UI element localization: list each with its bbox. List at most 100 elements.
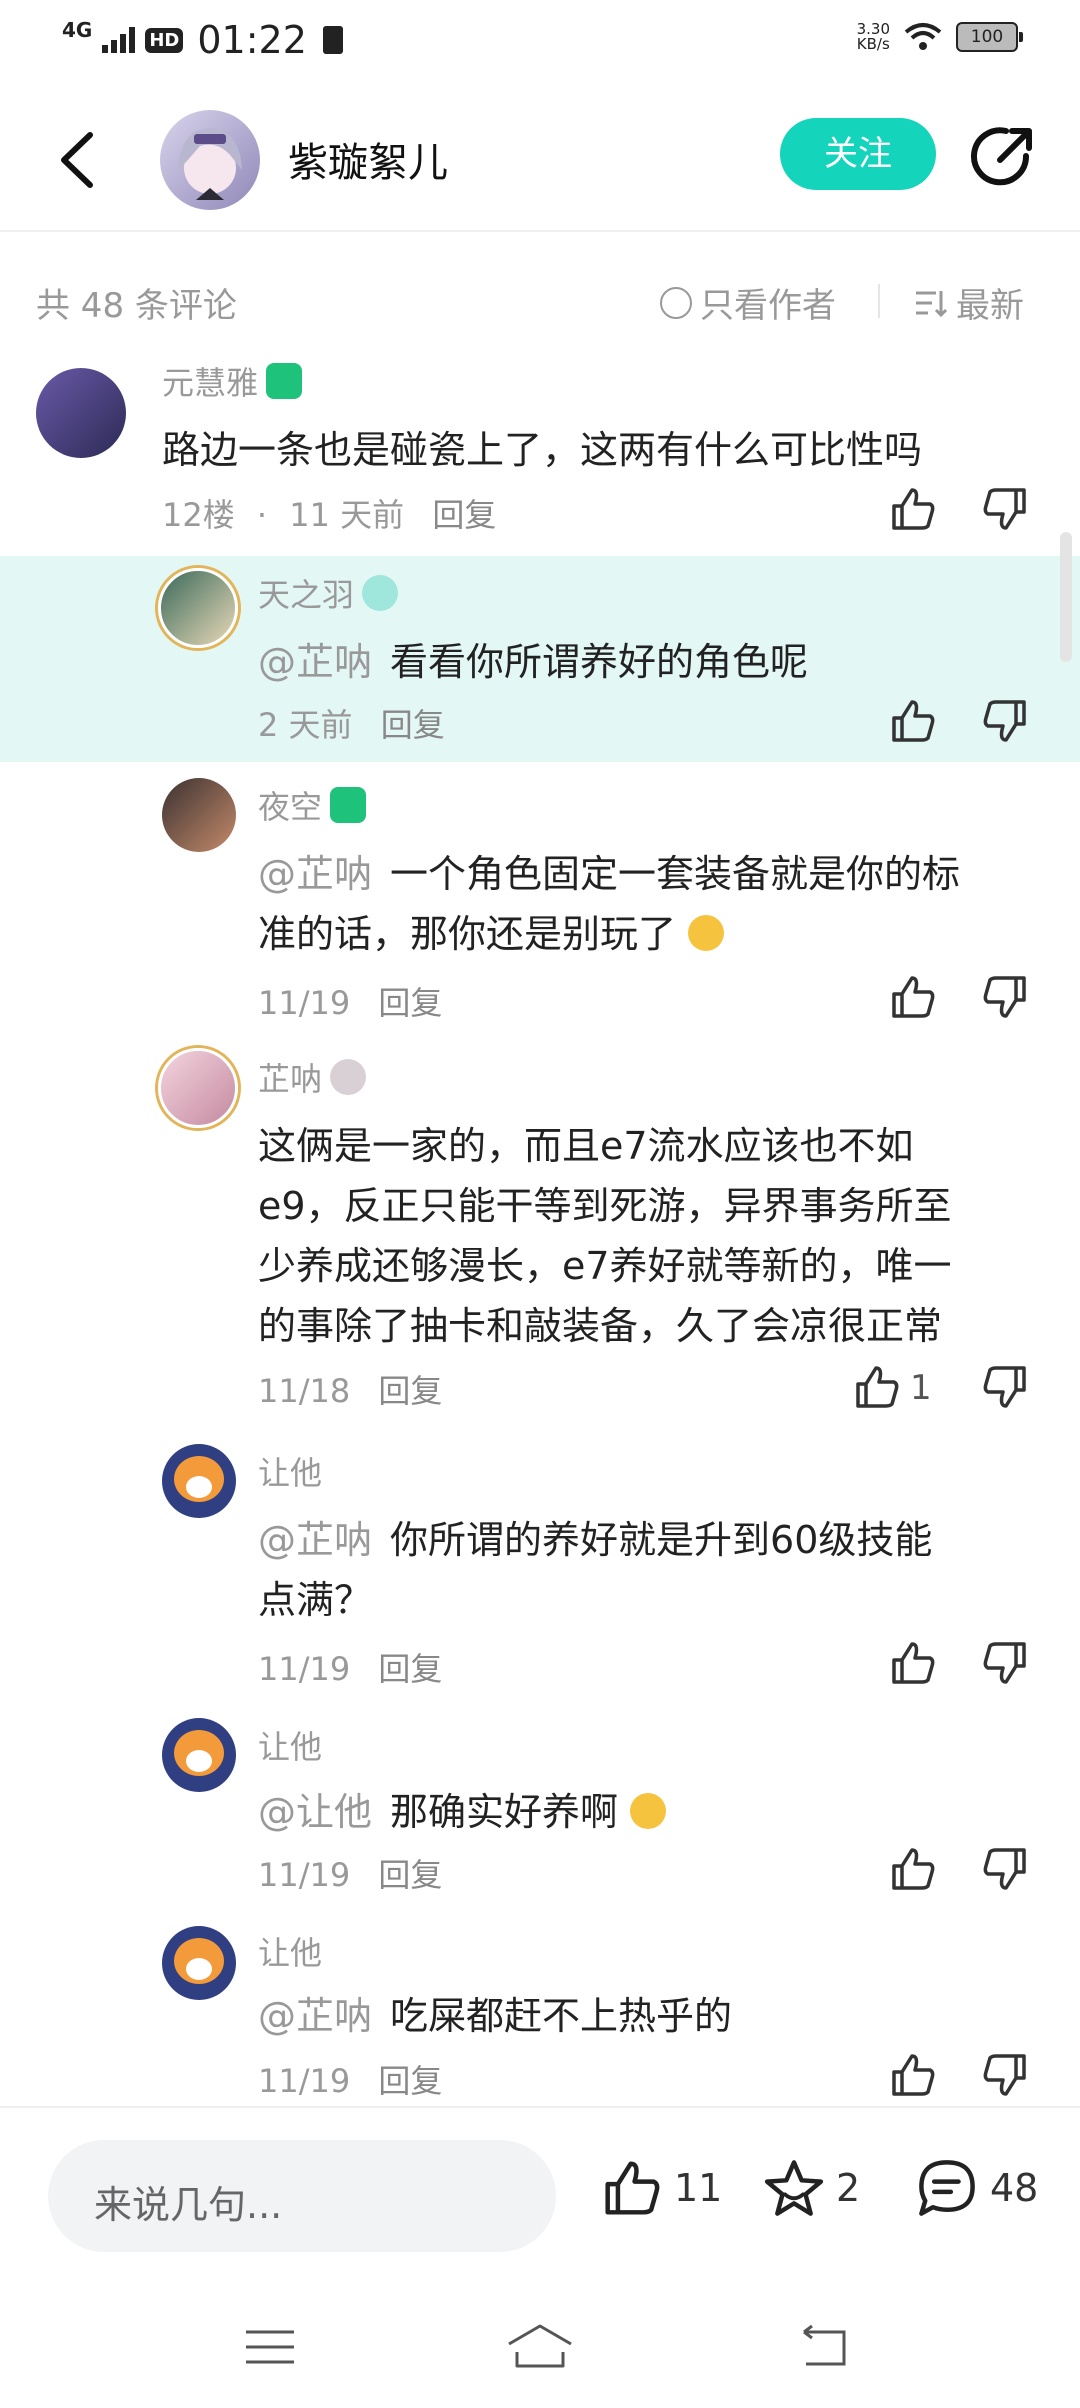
speed-unit: KB/s xyxy=(856,35,890,53)
comment-meta: 11/18 回复 xyxy=(258,1366,442,1412)
reply-button[interactable]: 回复 xyxy=(378,2062,442,2100)
sort-icon xyxy=(916,290,948,317)
thumbs-down-icon[interactable] xyxy=(980,1844,1030,1894)
comment-input[interactable]: 来说几句... xyxy=(48,2140,556,2252)
thumbs-down-icon[interactable] xyxy=(980,972,1030,1022)
user-avatar[interactable] xyxy=(162,778,236,852)
mention[interactable]: @芷呐 xyxy=(258,852,372,896)
reply-button[interactable]: 回复 xyxy=(381,706,445,744)
mention[interactable]: @芷呐 xyxy=(258,1994,372,2038)
status-bar: 4G HD 01:22 3.30 KB/s 100 xyxy=(0,0,1080,80)
sort-latest-button[interactable]: 最新 xyxy=(914,278,1024,327)
username[interactable]: 天之羽 xyxy=(258,570,399,616)
emoji-icon xyxy=(688,914,725,951)
comment-text: @让他 那确实好养啊 xyxy=(258,1782,667,1842)
trophy-badge-icon xyxy=(266,363,303,399)
network-type: 4G xyxy=(62,18,93,42)
reply-button[interactable]: 回复 xyxy=(378,1856,442,1894)
comments-toolbar: 共 48 条评论 只看作者 最新 xyxy=(0,270,1080,330)
username-text: 让他 xyxy=(258,1728,323,1766)
thumbs-up-icon[interactable] xyxy=(888,696,938,746)
comment-text: @芷呐 你所谓的养好就是升到60级技能 点满？ xyxy=(258,1510,932,1630)
comment-text: @芷呐 看看你所谓养好的角色呢 xyxy=(258,632,808,692)
username[interactable]: 元慧雅 xyxy=(162,358,303,404)
comment-text: 这俩是一家的，而且e7流水应该也不如 e9，反正只能干等到死游，异界事务所至 少… xyxy=(258,1116,952,1356)
sort-label: 最新 xyxy=(956,286,1024,326)
author-name[interactable]: 紫璇絮儿 xyxy=(288,130,448,188)
mention[interactable]: @芷呐 xyxy=(258,1518,372,1562)
user-avatar[interactable] xyxy=(158,568,238,648)
username[interactable]: 让他 xyxy=(258,1722,322,1768)
thumbs-up-icon[interactable] xyxy=(888,484,938,534)
thumbs-down-icon[interactable] xyxy=(980,1638,1030,1688)
comment-body: 吃屎都赶不上热乎的 xyxy=(390,1994,733,2038)
post-header: 紫璇絮儿 关注 xyxy=(0,90,1080,232)
reply-button[interactable]: 回复 xyxy=(432,496,496,534)
username[interactable]: 芷呐 xyxy=(258,1054,367,1100)
home-icon[interactable] xyxy=(505,2322,575,2372)
username[interactable]: 让他 xyxy=(258,1448,322,1494)
user-avatar[interactable] xyxy=(158,1048,238,1128)
author-avatar[interactable] xyxy=(160,110,260,210)
back-arrow-icon[interactable] xyxy=(50,125,110,195)
timestamp: 11 天前 xyxy=(289,496,405,534)
network-speed: 3.30 KB/s xyxy=(857,22,890,52)
comment-body: 那确实好养啊 xyxy=(390,1790,619,1834)
thumbs-down-icon[interactable] xyxy=(980,696,1030,746)
bottom-action-bar: 来说几句... 11 2 48 xyxy=(0,2106,1080,2286)
thumbs-up-icon xyxy=(605,2161,660,2215)
clipboard-icon xyxy=(322,26,343,54)
back-icon[interactable] xyxy=(792,2322,852,2372)
reply-button[interactable]: 回复 xyxy=(378,984,442,1022)
only-author-toggle[interactable]: 只看作者 xyxy=(660,278,836,327)
thumbs-up-icon[interactable] xyxy=(888,2050,938,2100)
user-avatar[interactable] xyxy=(162,1444,236,1518)
thumbs-up-icon[interactable] xyxy=(888,1844,938,1894)
clock: 01:22 xyxy=(197,18,307,62)
timestamp: 11/19 xyxy=(258,984,351,1022)
thumbs-down-icon[interactable] xyxy=(980,484,1030,534)
comment-body-line: 准的话，那你还是别玩了 xyxy=(258,912,677,956)
mention[interactable]: @芷呐 xyxy=(258,640,372,684)
user-avatar[interactable] xyxy=(36,368,126,458)
reply-button[interactable]: 回复 xyxy=(378,1650,442,1688)
share-icon[interactable] xyxy=(968,122,1038,192)
post-like-button[interactable]: 11 xyxy=(600,2156,722,2220)
divider xyxy=(878,284,880,318)
username[interactable]: 夜空 xyxy=(258,782,367,828)
menu-icon[interactable] xyxy=(240,2322,300,2372)
username[interactable]: 让他 xyxy=(258,1928,322,1974)
level-badge-icon xyxy=(362,575,399,611)
wifi-icon xyxy=(904,23,942,50)
post-like-count: 11 xyxy=(674,2166,723,2210)
thumbs-down-icon[interactable] xyxy=(980,1362,1030,1412)
username-text: 让他 xyxy=(258,1934,323,1972)
scrollbar[interactable] xyxy=(1060,532,1072,662)
game-badge-icon xyxy=(330,787,367,823)
comment-body-line: e9，反正只能干等到死游，异界事务所至 xyxy=(258,1184,952,1228)
thumbs-up-icon[interactable] xyxy=(852,1362,902,1412)
comment-body-line: 点满？ xyxy=(258,1578,373,1622)
username-text: 元慧雅 xyxy=(162,364,259,402)
favorite-button[interactable]: 2 xyxy=(762,2156,860,2220)
comment-meta: 11/19 回复 xyxy=(258,2056,442,2102)
thumbs-down-icon[interactable] xyxy=(980,2050,1030,2100)
username-text: 芷呐 xyxy=(258,1060,323,1098)
comment-meta: 2 天前 回复 xyxy=(258,700,445,746)
battery-icon: 100 xyxy=(956,22,1023,52)
timestamp: 11/19 xyxy=(258,2062,351,2100)
user-avatar[interactable] xyxy=(162,1926,236,2000)
comments-button[interactable]: 48 xyxy=(914,2156,1038,2220)
comment-body: 看看你所谓养好的角色呢 xyxy=(390,640,809,684)
follow-button[interactable]: 关注 xyxy=(780,118,936,190)
system-navigation-bar xyxy=(0,2284,1080,2408)
user-avatar[interactable] xyxy=(162,1718,236,1792)
thumbs-up-icon[interactable] xyxy=(888,1638,938,1688)
mention[interactable]: @让他 xyxy=(258,1790,372,1834)
comment-count: 48 xyxy=(990,2166,1039,2210)
reply-button[interactable]: 回复 xyxy=(378,1372,442,1410)
comment-meta: 11/19 回复 xyxy=(258,1644,442,1690)
username-text: 夜空 xyxy=(258,788,323,826)
avatar-badge-icon xyxy=(330,1059,367,1095)
thumbs-up-icon[interactable] xyxy=(888,972,938,1022)
